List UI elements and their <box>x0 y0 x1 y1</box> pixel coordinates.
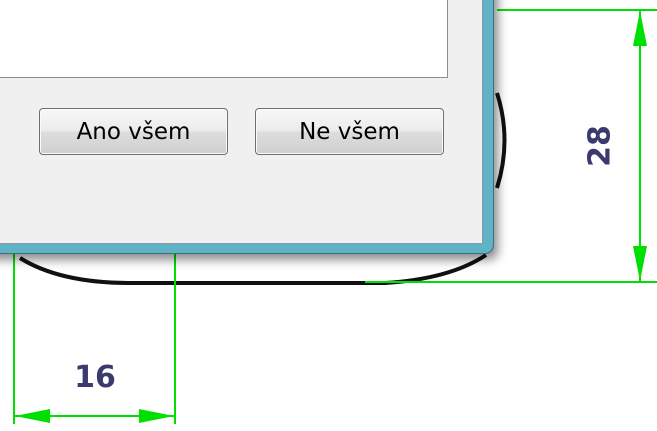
arrowhead-right <box>139 409 174 423</box>
part-outline-right <box>495 92 507 189</box>
yes-to-all-button[interactable]: Ano všem <box>39 108 228 155</box>
arrowhead-down <box>633 246 647 281</box>
dimension-label-16: 16 <box>74 360 116 395</box>
dialog-window: Ano všem Ne všem <box>0 0 494 254</box>
no-to-all-button[interactable]: Ne všem <box>255 108 444 155</box>
part-outline <box>18 253 488 285</box>
arrowhead-left <box>15 409 50 423</box>
dimension-label-28: 28 <box>583 125 618 167</box>
dialog-body: Ano všem Ne všem <box>0 0 483 244</box>
arrowhead-up <box>633 11 647 46</box>
file-list-box[interactable] <box>0 0 448 78</box>
